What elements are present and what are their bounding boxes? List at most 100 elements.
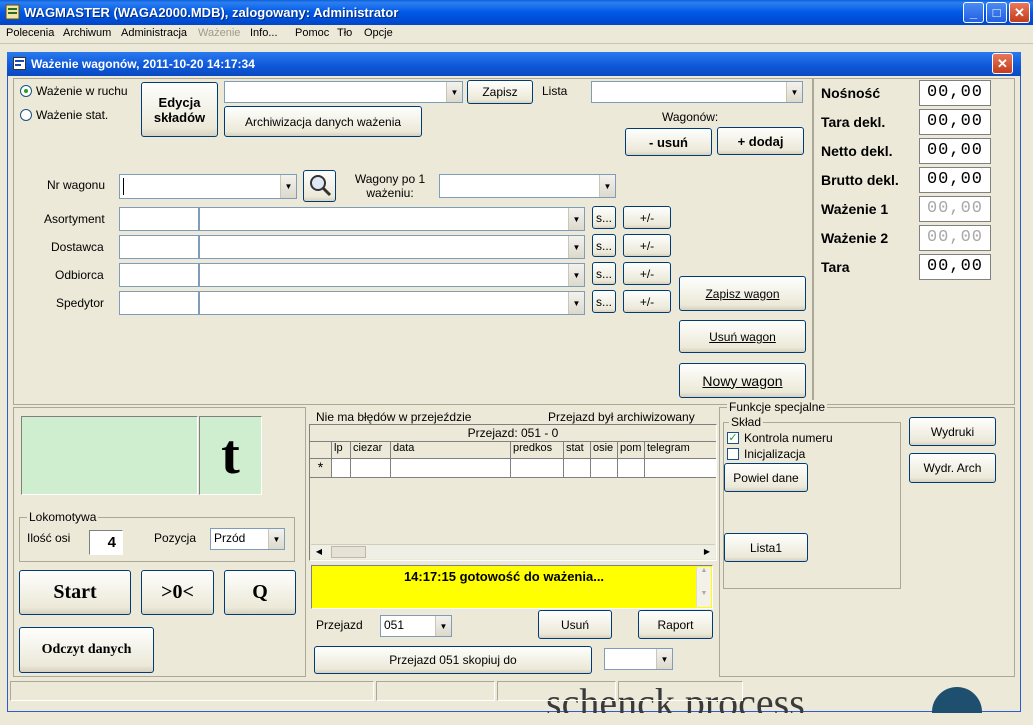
- vertical-scrollbar[interactable]: ▲ ▼: [696, 567, 711, 607]
- wagon-number-select[interactable]: ▼: [119, 174, 297, 199]
- supplier-code-input[interactable]: [119, 235, 199, 259]
- forwarder-code-input[interactable]: [119, 291, 199, 315]
- initialization-checkbox[interactable]: [727, 448, 739, 460]
- archive-weighing-data-button[interactable]: Archiwizacja danych ważenia: [224, 106, 422, 137]
- new-wagon-button[interactable]: Nowy wagon: [679, 363, 806, 398]
- table-cell[interactable]: [332, 459, 351, 477]
- table-row[interactable]: *: [310, 459, 716, 478]
- column-header[interactable]: data: [391, 442, 511, 458]
- column-header[interactable]: predkos: [511, 442, 564, 458]
- menu-archiwum[interactable]: Archiwum: [63, 27, 111, 39]
- chevron-down-icon[interactable]: ▼: [568, 264, 584, 286]
- menu-tlo[interactable]: Tło: [337, 27, 352, 39]
- number-check-checkbox[interactable]: ✓: [727, 432, 739, 444]
- chevron-down-icon[interactable]: ▼: [568, 208, 584, 230]
- report-button[interactable]: Raport: [638, 610, 713, 639]
- recipient-search-button[interactable]: s...: [592, 262, 616, 285]
- scroll-left-icon[interactable]: ◀: [311, 545, 327, 559]
- column-header[interactable]: stat: [564, 442, 591, 458]
- chevron-down-icon[interactable]: ▼: [446, 82, 462, 102]
- passage-grid[interactable]: Przejazd: 051 - 0 lp ciezar data predkos…: [309, 424, 717, 561]
- supplier-plus-minus-button[interactable]: +/-: [623, 234, 671, 257]
- edit-compositions-button[interactable]: Edycja składów: [141, 82, 218, 137]
- assortment-select[interactable]: ▼: [199, 207, 585, 231]
- menu-pomoc[interactable]: Pomoc: [295, 27, 329, 39]
- delete-wagon-button[interactable]: Usuń wagon: [679, 320, 806, 353]
- scroll-right-icon[interactable]: ▶: [699, 545, 715, 559]
- menu-wazenie[interactable]: Ważenie: [198, 27, 240, 39]
- search-wagon-button[interactable]: [303, 170, 336, 202]
- forwarder-search-button[interactable]: s...: [592, 290, 616, 313]
- table-cell[interactable]: [511, 459, 564, 477]
- table-cell[interactable]: [618, 459, 645, 477]
- assortment-code-input[interactable]: [119, 207, 199, 231]
- column-header[interactable]: pom: [618, 442, 645, 458]
- archive-status: Przejazd był archiwizowany: [548, 410, 695, 424]
- maximize-button[interactable]: □: [986, 2, 1007, 23]
- column-header[interactable]: osie: [591, 442, 618, 458]
- minimize-button[interactable]: _: [963, 2, 984, 23]
- scroll-up-icon[interactable]: ▲: [697, 567, 711, 574]
- menu-administracja[interactable]: Administracja: [121, 27, 187, 39]
- prints-button[interactable]: Wydruki: [909, 417, 996, 446]
- q-button[interactable]: Q: [224, 570, 296, 615]
- app-icon: [5, 4, 20, 20]
- chevron-down-icon[interactable]: ▼: [435, 616, 451, 636]
- recipient-select[interactable]: ▼: [199, 263, 585, 287]
- declared-tare-value: 00,00: [919, 109, 991, 135]
- axles-value[interactable]: 4: [89, 530, 123, 555]
- menu-opcje[interactable]: Opcje: [364, 27, 393, 39]
- chevron-down-icon[interactable]: ▼: [786, 82, 802, 102]
- table-cell[interactable]: [564, 459, 591, 477]
- table-cell[interactable]: [591, 459, 618, 477]
- supplier-select[interactable]: ▼: [199, 235, 585, 259]
- weighing-window-close-button[interactable]: ✕: [992, 53, 1013, 74]
- list-select[interactable]: ▼: [591, 81, 803, 103]
- table-cell[interactable]: [391, 459, 511, 477]
- chevron-down-icon[interactable]: ▼: [599, 175, 615, 197]
- composition-select[interactable]: ▼: [224, 81, 463, 103]
- zero-button[interactable]: >0<: [141, 570, 214, 615]
- forwarder-select[interactable]: ▼: [199, 291, 585, 315]
- close-button[interactable]: ✕: [1009, 2, 1030, 23]
- remove-wagon-count-button[interactable]: - usuń: [625, 128, 712, 156]
- list1-button[interactable]: Lista1: [724, 533, 808, 562]
- scroll-thumb[interactable]: [331, 546, 366, 558]
- mode-moving-radio[interactable]: [20, 85, 32, 97]
- read-data-button[interactable]: Odczyt danych: [19, 627, 154, 673]
- add-wagon-count-button[interactable]: + dodaj: [717, 127, 804, 155]
- mode-static-radio[interactable]: [20, 109, 32, 121]
- prints-archive-button[interactable]: Wydr. Arch: [909, 453, 996, 483]
- horizontal-scrollbar[interactable]: ◀ ▶: [311, 544, 715, 559]
- chevron-down-icon[interactable]: ▼: [568, 236, 584, 258]
- column-header[interactable]: lp: [332, 442, 351, 458]
- chevron-down-icon[interactable]: ▼: [280, 175, 296, 198]
- recipient-code-input[interactable]: [119, 263, 199, 287]
- chevron-down-icon[interactable]: ▼: [268, 529, 284, 549]
- position-select[interactable]: Przód ▼: [210, 528, 285, 550]
- copy-passage-button[interactable]: Przejazd 051 skopiuj do: [314, 646, 592, 674]
- table-cell[interactable]: [351, 459, 391, 477]
- start-button[interactable]: Start: [19, 570, 131, 615]
- scroll-down-icon[interactable]: ▼: [697, 590, 711, 597]
- menu-info[interactable]: Info...: [250, 27, 278, 39]
- column-header[interactable]: telegram: [645, 442, 716, 458]
- assortment-search-button[interactable]: s...: [592, 206, 616, 229]
- assortment-plus-minus-button[interactable]: +/-: [623, 206, 671, 229]
- chevron-down-icon[interactable]: ▼: [656, 649, 672, 669]
- wagons-per-weighing-select[interactable]: ▼: [439, 174, 616, 198]
- menu-polecenia[interactable]: Polecenia: [6, 27, 54, 39]
- passage-select[interactable]: 051 ▼: [380, 615, 452, 637]
- repeat-data-button[interactable]: Powiel dane: [724, 463, 808, 492]
- table-cell[interactable]: [645, 459, 716, 477]
- forwarder-plus-minus-button[interactable]: +/-: [623, 290, 671, 313]
- delete-passage-button[interactable]: Usuń: [538, 610, 612, 639]
- supplier-search-button[interactable]: s...: [592, 234, 616, 257]
- recipient-plus-minus-button[interactable]: +/-: [623, 262, 671, 285]
- save-wagon-button[interactable]: Zapisz wagon: [679, 276, 806, 311]
- save-composition-button[interactable]: Zapisz: [467, 80, 533, 104]
- column-header[interactable]: [310, 442, 332, 458]
- chevron-down-icon[interactable]: ▼: [568, 292, 584, 314]
- column-header[interactable]: ciezar: [351, 442, 391, 458]
- copy-target-select[interactable]: ▼: [604, 648, 673, 670]
